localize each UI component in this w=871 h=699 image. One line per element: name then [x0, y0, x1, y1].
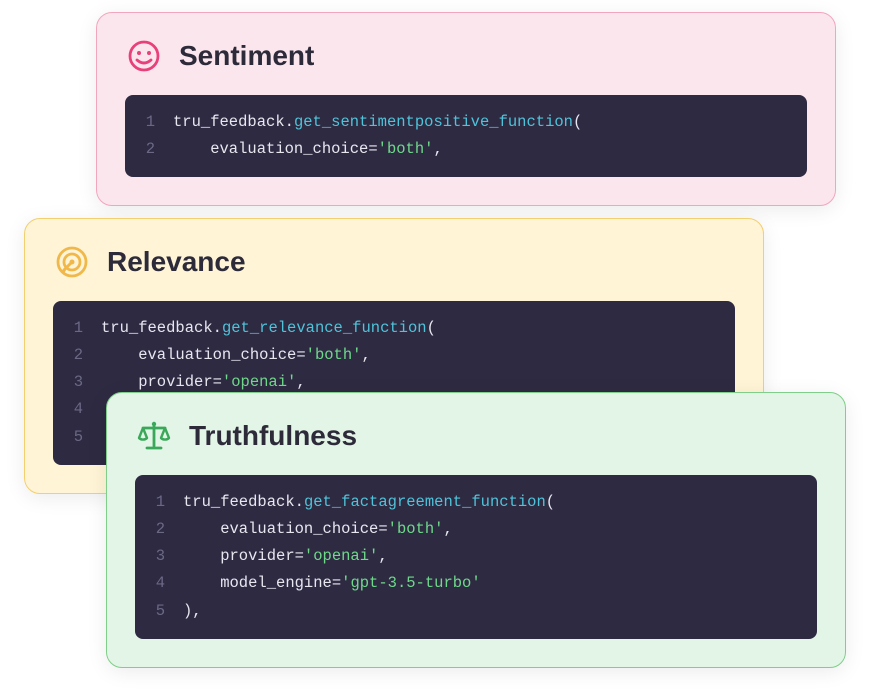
code-line: 3 provider='openai', — [135, 543, 817, 570]
line-content: ), — [183, 598, 817, 625]
line-number: 1 — [125, 109, 173, 136]
truthfulness-header: Truthfulness — [135, 417, 817, 455]
code-line: 1tru_feedback.get_factagreement_function… — [135, 489, 817, 516]
line-number: 3 — [135, 543, 183, 570]
code-line: 2 evaluation_choice='both', — [53, 342, 735, 369]
scales-icon — [135, 417, 173, 455]
relevance-header: Relevance — [53, 243, 735, 281]
line-content: evaluation_choice='both', — [183, 516, 817, 543]
line-number: 4 — [135, 570, 183, 597]
line-number: 1 — [135, 489, 183, 516]
code-line: 2 evaluation_choice='both', — [125, 136, 807, 163]
line-number: 2 — [53, 342, 101, 369]
line-number: 5 — [135, 598, 183, 625]
target-icon — [53, 243, 91, 281]
sentiment-header: Sentiment — [125, 37, 807, 75]
line-number: 2 — [135, 516, 183, 543]
code-line: 1tru_feedback.get_sentimentpositive_func… — [125, 109, 807, 136]
sentiment-title: Sentiment — [179, 40, 314, 72]
line-content: provider='openai', — [183, 543, 817, 570]
truthfulness-code-block: 1tru_feedback.get_factagreement_function… — [135, 475, 817, 639]
line-content: tru_feedback.get_sentimentpositive_funct… — [173, 109, 807, 136]
code-line: 2 evaluation_choice='both', — [135, 516, 817, 543]
relevance-title: Relevance — [107, 246, 246, 278]
line-number: 2 — [125, 136, 173, 163]
line-content: tru_feedback.get_factagreement_function( — [183, 489, 817, 516]
line-content: evaluation_choice='both', — [173, 136, 807, 163]
code-line: 5), — [135, 598, 817, 625]
line-content: tru_feedback.get_relevance_function( — [101, 315, 735, 342]
line-number: 1 — [53, 315, 101, 342]
line-content: evaluation_choice='both', — [101, 342, 735, 369]
line-number: 4 — [53, 396, 101, 423]
smiley-icon — [125, 37, 163, 75]
line-number: 3 — [53, 369, 101, 396]
sentiment-code-block: 1tru_feedback.get_sentimentpositive_func… — [125, 95, 807, 177]
sentiment-card: Sentiment 1tru_feedback.get_sentimentpos… — [96, 12, 836, 206]
truthfulness-card: Truthfulness 1tru_feedback.get_factagree… — [106, 392, 846, 668]
code-line: 4 model_engine='gpt-3.5-turbo' — [135, 570, 817, 597]
code-line: 1tru_feedback.get_relevance_function( — [53, 315, 735, 342]
truthfulness-title: Truthfulness — [189, 420, 357, 452]
line-number: 5 — [53, 424, 101, 451]
line-content: model_engine='gpt-3.5-turbo' — [183, 570, 817, 597]
